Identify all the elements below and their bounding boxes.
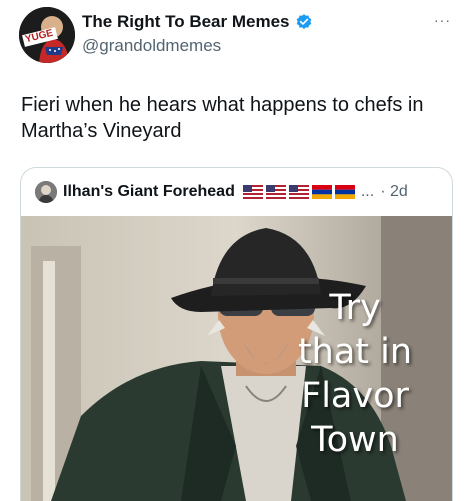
meme-caption-line: Try [329, 288, 381, 328]
us-flag-icon [265, 185, 286, 199]
meme-caption-line: that in [297, 332, 413, 372]
quoted-name-ellipsis: ... [360, 183, 375, 200]
flag-emoji-list [242, 185, 355, 199]
armenia-flag-icon [334, 185, 355, 199]
verified-badge-icon [296, 14, 311, 29]
author-display-name[interactable]: The Right To Bear Memes [82, 12, 290, 32]
author-name-row[interactable]: The Right To Bear Memes [82, 12, 313, 32]
more-options-icon[interactable]: ··· [434, 12, 451, 28]
us-flag-icon [242, 185, 263, 199]
meme-caption: Try that in Flavor Town [280, 286, 430, 462]
quoted-tweet-card[interactable]: Ilhan's Giant Forehead ... · 2d Try that… [20, 167, 453, 501]
author-handle[interactable]: @grandoldmemes [82, 36, 221, 56]
quoted-author-name[interactable]: Ilhan's Giant Forehead [63, 183, 235, 201]
quoted-tweet-header: Ilhan's Giant Forehead ... · 2d [35, 181, 408, 203]
meme-caption-line: Flavor [301, 376, 409, 416]
meme-caption-line: Town [311, 420, 399, 460]
armenia-flag-icon [311, 185, 332, 199]
quoted-author-avatar[interactable] [35, 181, 57, 203]
author-avatar[interactable]: YUGE [19, 7, 75, 63]
tweet-text: Fieri when he hears what happens to chef… [21, 94, 424, 142]
us-flag-icon [288, 185, 309, 199]
quoted-tweet-time[interactable]: · 2d [380, 183, 408, 201]
meme-image[interactable]: Try that in Flavor Town [21, 216, 452, 501]
quoted-avatar-image [35, 181, 57, 203]
